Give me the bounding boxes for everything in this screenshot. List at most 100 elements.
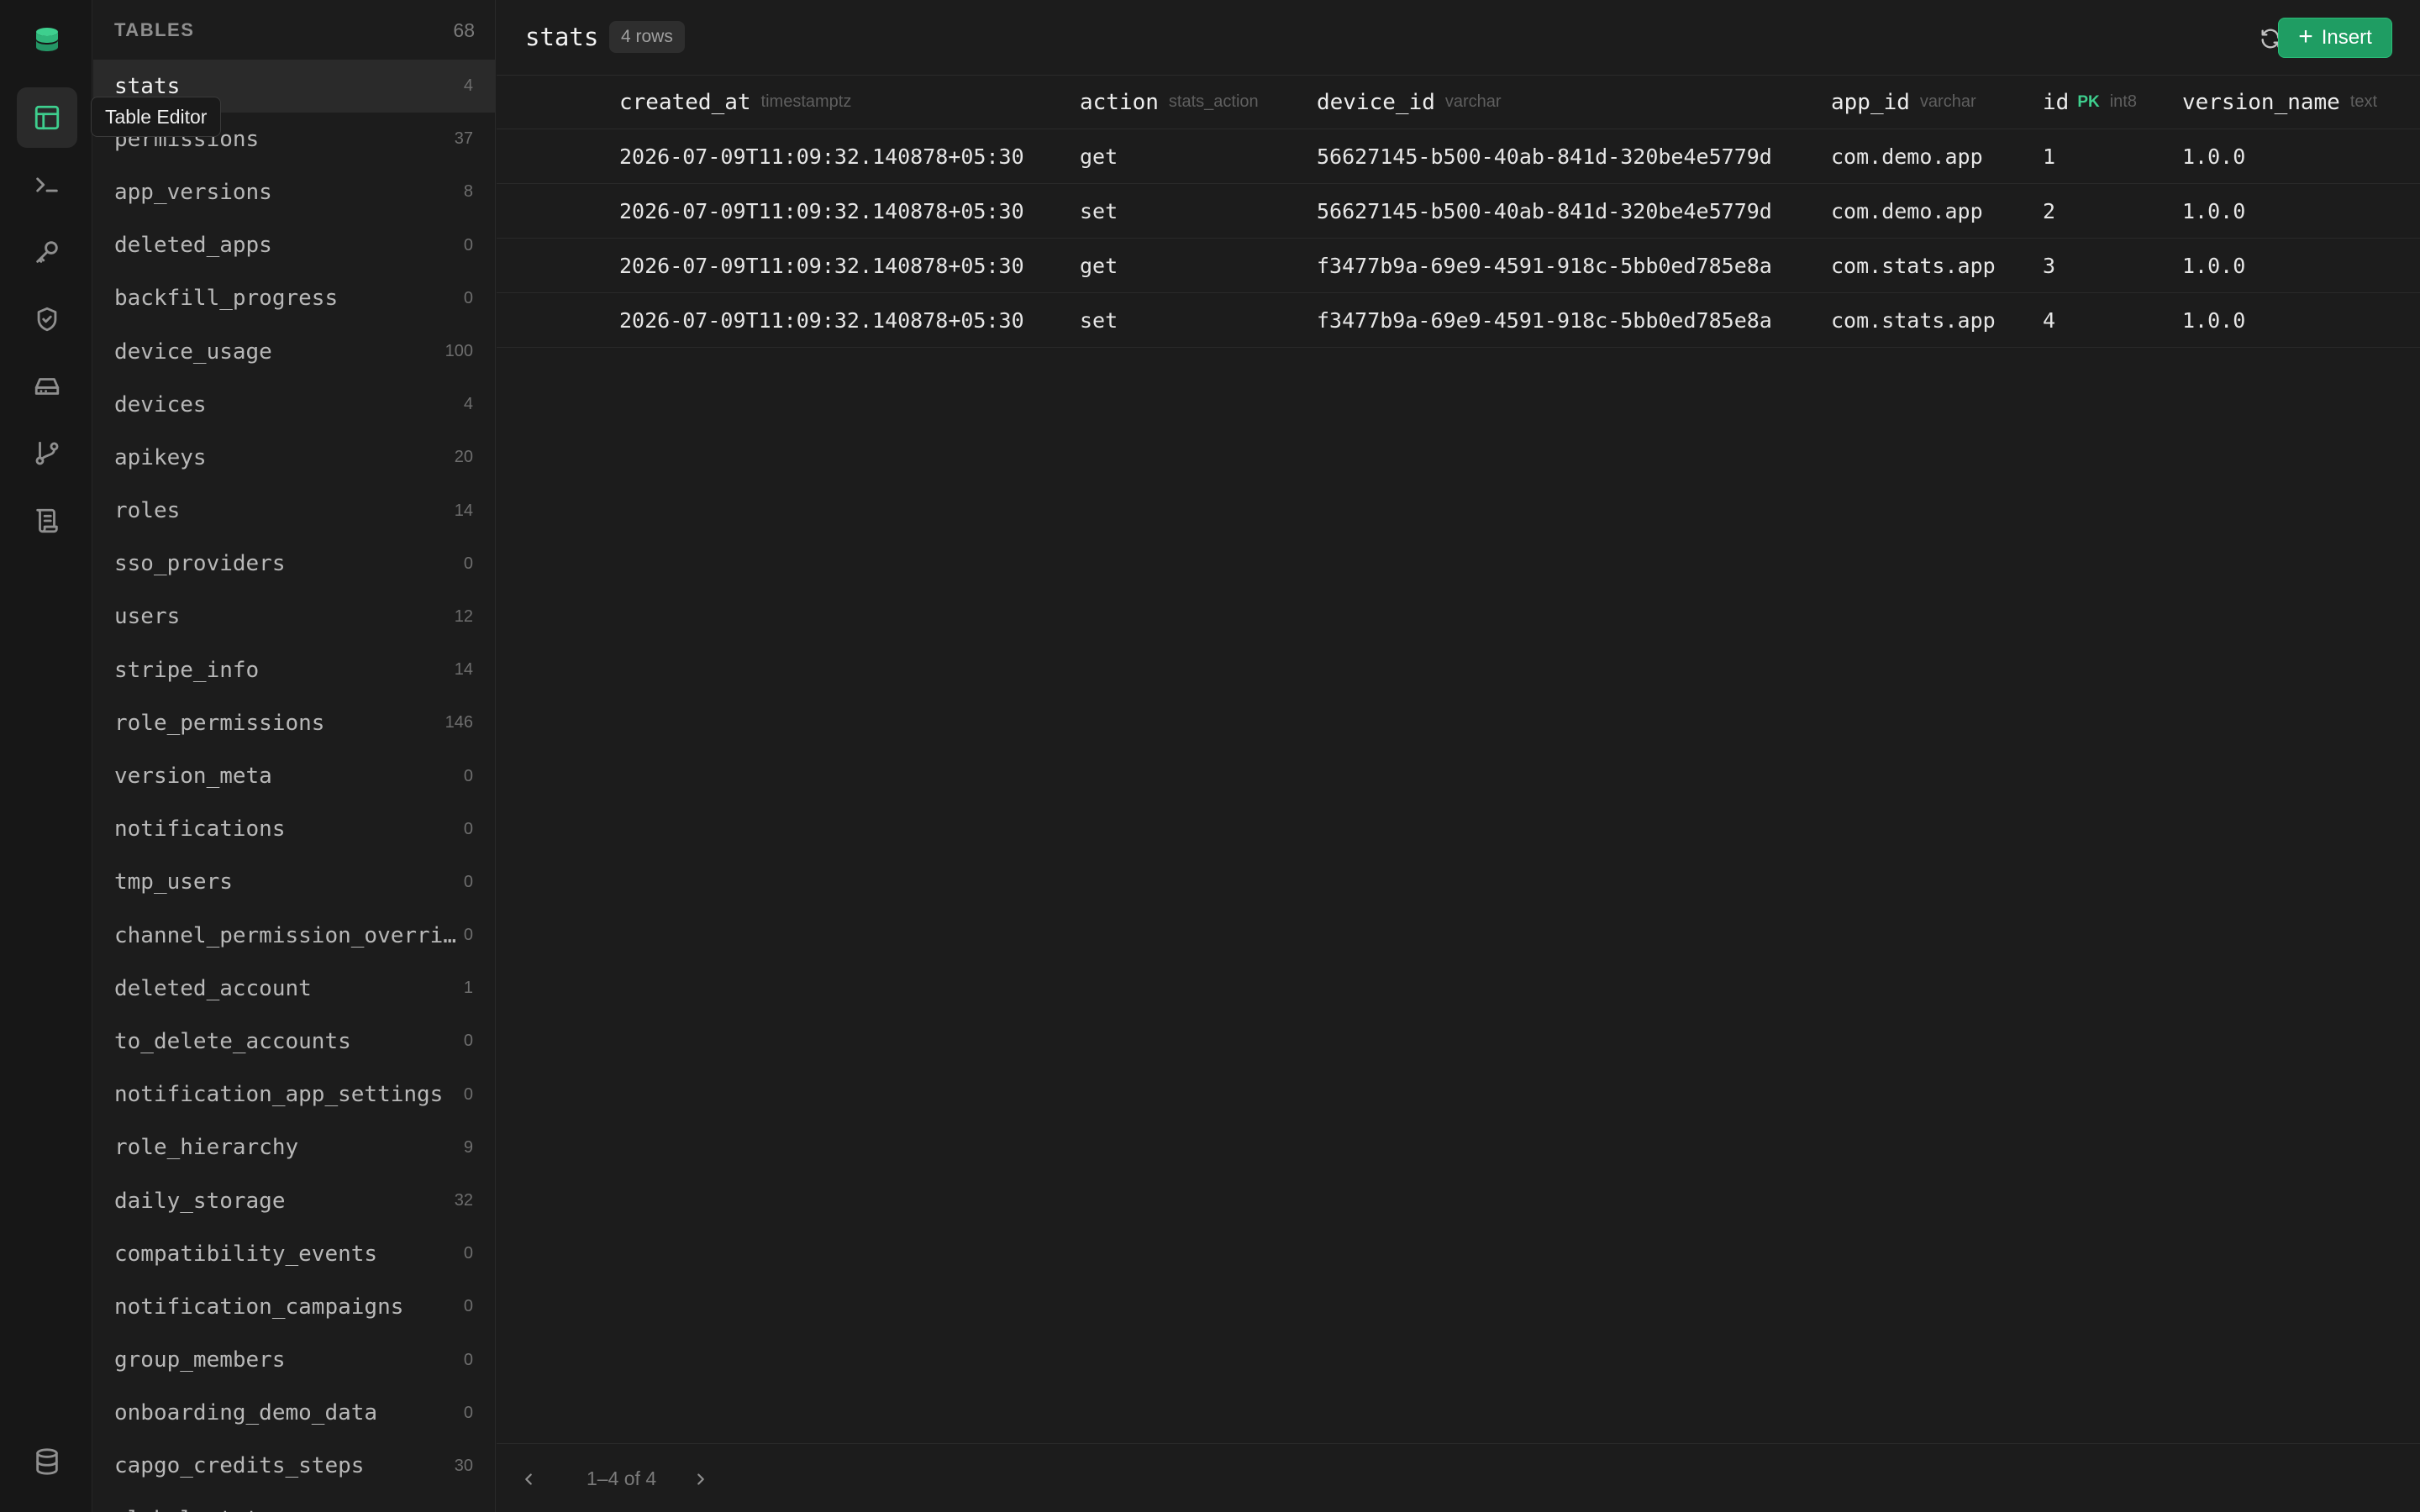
sidebar-table-item[interactable]: capgo_credits_steps 30 <box>93 1440 495 1493</box>
sidebar-table-item[interactable]: deleted_apps 0 <box>93 219 495 272</box>
table-name: daily_storage <box>114 1188 286 1214</box>
sidebar-table-item[interactable]: notification_campaigns 0 <box>93 1280 495 1333</box>
table-cell[interactable]: 2026-07-09T11:09:32.140878+05:30 <box>619 129 1024 183</box>
table-row-count: 4 <box>463 76 473 96</box>
column-type: timestamptz <box>760 92 852 111</box>
row-count-badge: 4 rows <box>609 21 685 53</box>
table-name: stats <box>114 73 181 99</box>
table-cell[interactable]: 1.0.0 <box>2182 293 2245 347</box>
table-name: to_delete_accounts <box>114 1028 351 1054</box>
column-type: varchar <box>1919 92 1976 111</box>
column-header[interactable]: version_name text <box>2182 76 2377 129</box>
storage-button[interactable] <box>17 356 77 417</box>
table-cell[interactable]: 2026-07-09T11:09:32.140878+05:30 <box>619 293 1024 347</box>
table-cell[interactable]: set <box>1080 293 1118 347</box>
table-cell[interactable]: 1.0.0 <box>2182 239 2245 292</box>
sql-editor-button[interactable] <box>17 155 77 215</box>
table-cell[interactable]: get <box>1080 129 1118 183</box>
auth-button[interactable] <box>17 222 77 282</box>
table-cell[interactable]: 56627145-b500-40ab-841d-320be4e5779d <box>1317 129 1772 183</box>
table-row[interactable]: 2026-07-09T11:09:32.140878+05:30 get 56627… <box>497 129 2420 184</box>
table-row-count: 0 <box>463 288 473 307</box>
column-name: action <box>1080 89 1159 115</box>
table-row-count: 32 <box>454 1191 473 1210</box>
sidebar-table-item[interactable]: tmp_users 0 <box>93 856 495 909</box>
sidebar-table-item[interactable]: global_stats0 <box>93 1493 495 1512</box>
grid-header-row: created_at timestamptz action stats_action d… <box>497 76 2420 129</box>
branches-button[interactable] <box>17 423 77 484</box>
sidebar-table-item[interactable]: app_versions 8 <box>93 165 495 218</box>
sidebar-table-item[interactable]: notification_app_settings 0 <box>93 1068 495 1121</box>
table-cell[interactable]: set <box>1080 184 1118 238</box>
sidebar-table-item[interactable]: to_delete_accounts 0 <box>93 1015 495 1068</box>
sidebar-table-item[interactable]: device_usage 100 <box>93 325 495 378</box>
table-cell[interactable]: 1.0.0 <box>2182 129 2245 183</box>
table-cell[interactable]: 3 <box>2043 239 2055 292</box>
table-cell[interactable]: f3477b9a-69e9-4591-918c-5bb0ed785e8a <box>1317 239 1772 292</box>
sidebar-table-item[interactable]: onboarding_demo_data 0 <box>93 1387 495 1440</box>
table-cell[interactable]: com.demo.app <box>1831 184 1983 238</box>
table-row-count: 8 <box>463 182 473 202</box>
tables-sidebar: TABLES 68 stats 4 permissions 37 app_version… <box>93 0 496 1512</box>
sidebar-table-item[interactable]: version_meta 0 <box>93 749 495 802</box>
table-cell[interactable]: 1.0.0 <box>2182 184 2245 238</box>
tables-heading: TABLES <box>114 19 195 40</box>
table-editor-button[interactable] <box>17 87 77 148</box>
table-name: role_permissions <box>114 710 325 736</box>
sidebar-table-item[interactable]: roles 14 <box>93 485 495 538</box>
table-cell[interactable]: com.stats.app <box>1831 293 1996 347</box>
database-settings-button[interactable] <box>17 1431 77 1492</box>
table-name: users <box>114 604 181 630</box>
table-row[interactable]: 2026-07-09T11:09:32.140878+05:30 set 56627… <box>497 184 2420 239</box>
policies-button[interactable] <box>17 289 77 349</box>
sidebar-table-item[interactable]: apikeys 20 <box>93 431 495 484</box>
sidebar-table-item[interactable]: users 12 <box>93 591 495 643</box>
table-title: stats <box>525 23 599 51</box>
column-header[interactable]: created_at timestamptz <box>619 76 851 129</box>
table-cell[interactable]: com.demo.app <box>1831 129 1983 183</box>
sidebar-table-item[interactable]: daily_storage 32 <box>93 1174 495 1227</box>
table-cell[interactable]: 2026-07-09T11:09:32.140878+05:30 <box>619 184 1024 238</box>
column-header[interactable]: id PK int8 <box>2043 76 2137 129</box>
sidebar-table-item[interactable]: deleted_account 1 <box>93 962 495 1015</box>
sidebar-table-item[interactable]: compatibility_events 0 <box>93 1227 495 1280</box>
sidebar-table-item[interactable]: role_hierarchy 9 <box>93 1121 495 1174</box>
sidebar-table-item[interactable]: role_permissions 146 <box>93 696 495 749</box>
table-row[interactable]: 2026-07-09T11:09:32.140878+05:30 set f3477… <box>497 293 2420 348</box>
sidebar-table-item[interactable]: notifications 0 <box>93 803 495 856</box>
table-cell[interactable]: 2 <box>2043 184 2055 238</box>
table-cell[interactable]: 4 <box>2043 293 2055 347</box>
table-row-count: 0 <box>463 819 473 838</box>
table-cell[interactable]: 56627145-b500-40ab-841d-320be4e5779d <box>1317 184 1772 238</box>
prev-page-button[interactable] <box>513 1464 544 1494</box>
table-row-count: 0 <box>463 1244 473 1263</box>
table-row-count: 4 <box>463 395 473 414</box>
chevron-left-icon <box>525 1473 532 1485</box>
table-cell[interactable]: 2026-07-09T11:09:32.140878+05:30 <box>619 239 1024 292</box>
database-logo-icon[interactable] <box>29 24 66 60</box>
table-name: channel_permission_overrides <box>114 922 459 948</box>
sidebar-table-item[interactable]: devices 4 <box>93 378 495 431</box>
column-header[interactable]: action stats_action <box>1080 76 1259 129</box>
sidebar-table-item[interactable]: group_members 0 <box>93 1334 495 1387</box>
column-header[interactable]: device_id varchar <box>1317 76 1502 129</box>
column-header[interactable]: app_id varchar <box>1831 76 1976 129</box>
table-cell[interactable]: com.stats.app <box>1831 239 1996 292</box>
sidebar-table-item[interactable]: backfill_progress 0 <box>93 272 495 325</box>
table-row-count: 0 <box>463 1350 473 1369</box>
logs-button[interactable] <box>17 491 77 551</box>
table-editor-tooltip: Table Editor <box>91 97 222 137</box>
table-cell[interactable]: 1 <box>2043 129 2055 183</box>
icon-rail <box>0 0 92 1512</box>
insert-button[interactable]: + Insert <box>2278 18 2392 58</box>
sidebar-table-item[interactable]: stripe_info 14 <box>93 643 495 696</box>
table-list: stats 4 permissions 37 app_versions 8 deleted_… <box>93 60 495 1512</box>
sidebar-table-item[interactable]: sso_providers 0 <box>93 538 495 591</box>
sidebar-table-item[interactable]: channel_permission_overrides 0 <box>93 909 495 962</box>
data-grid: created_at timestamptz action stats_action d… <box>497 76 2420 348</box>
next-page-button[interactable] <box>686 1464 716 1494</box>
table-cell[interactable]: f3477b9a-69e9-4591-918c-5bb0ed785e8a <box>1317 293 1772 347</box>
table-row[interactable]: 2026-07-09T11:09:32.140878+05:30 get f3477… <box>497 239 2420 293</box>
table-cell[interactable]: get <box>1080 239 1118 292</box>
table-name: global_stats <box>114 1507 272 1512</box>
